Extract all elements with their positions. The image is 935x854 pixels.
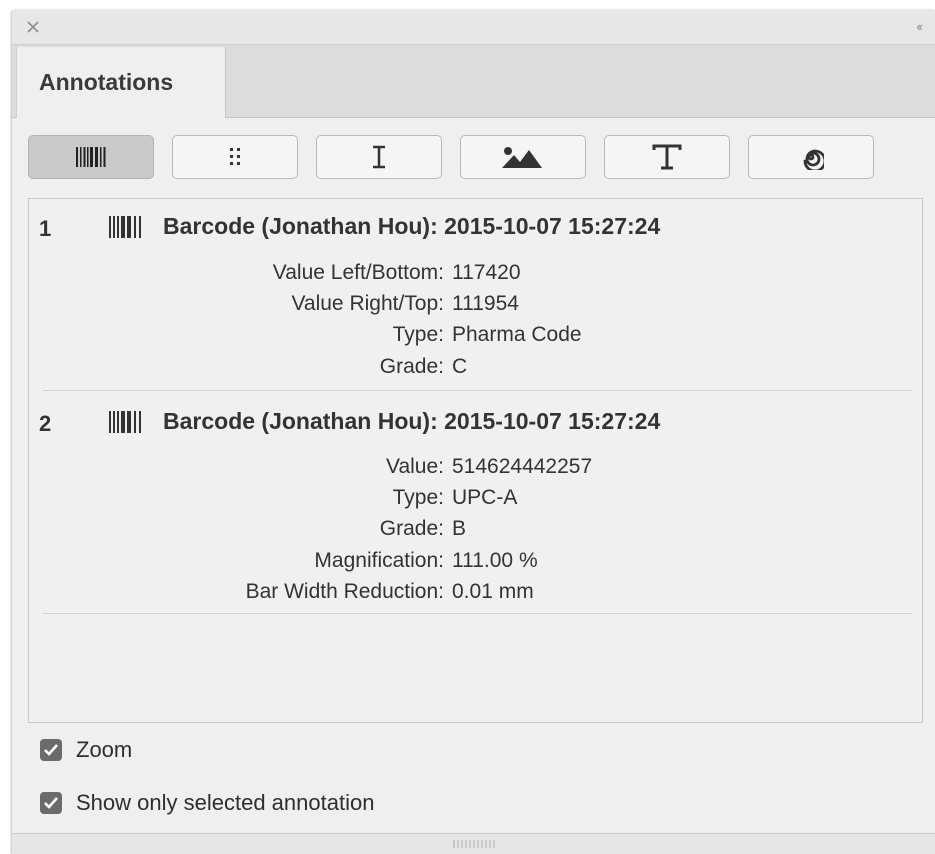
barcode-icon <box>76 147 106 167</box>
text-tool-button[interactable] <box>604 135 730 179</box>
prop-label: Type: <box>392 323 444 346</box>
annotation-number: 2 <box>39 411 52 436</box>
list-divider <box>43 613 912 614</box>
checkmark-icon <box>44 744 58 756</box>
text-cursor-icon <box>373 145 385 169</box>
prop-label: Grade: <box>379 517 444 540</box>
barcode-icon <box>109 410 141 433</box>
prop-label: Value Left/Bottom: <box>272 261 444 284</box>
annotation-title-row: Barcode (Jonathan Hou): 2015-10-07 15:27… <box>109 408 660 435</box>
checkmark-icon <box>44 797 58 809</box>
show-selected-checkbox[interactable] <box>40 792 62 814</box>
prop-value: 0.01 mm <box>452 580 534 603</box>
annotation-title-row: Barcode (Jonathan Hou): 2015-10-07 15:27… <box>109 213 660 240</box>
collapse-icon[interactable]: ‹‹ <box>916 19 923 34</box>
prop-label: Magnification: <box>314 549 444 572</box>
text-cursor-tool-button[interactable] <box>316 135 442 179</box>
prop-value: 117420 <box>452 261 521 284</box>
prop-value: UPC-A <box>452 486 518 509</box>
tab-annotations[interactable]: Annotations <box>16 47 226 118</box>
image-tool-button[interactable] <box>460 135 586 179</box>
dot-grid-icon <box>230 148 240 165</box>
barcode-icon <box>109 215 141 238</box>
show-selected-checkbox-row[interactable]: Show only selected annotation <box>40 790 374 816</box>
prop-label: Type: <box>392 486 444 509</box>
text-t-icon <box>652 144 682 170</box>
barcode-tool-button[interactable] <box>28 135 154 179</box>
prop-value: 111954 <box>452 292 519 315</box>
prop-value: 111.00 % <box>452 549 538 572</box>
close-icon[interactable] <box>26 20 40 34</box>
annotation-number: 1 <box>39 216 52 241</box>
zoom-checkbox[interactable] <box>40 739 62 761</box>
annotation-title: Barcode (Jonathan Hou): 2015-10-07 15:27… <box>163 408 661 434</box>
prop-value: B <box>452 517 467 540</box>
annotations-panel: ‹‹ Annotations 1 Barcode (Jonathan Hou):… <box>12 10 935 854</box>
annotation-title: Barcode (Jonathan Hou): 2015-10-07 15:27… <box>163 213 661 239</box>
zoom-label: Zoom <box>76 737 133 762</box>
dots-tool-button[interactable] <box>172 135 298 179</box>
prop-value: C <box>452 355 468 378</box>
prop-label: Value Right/Top: <box>291 292 444 315</box>
spiral-icon <box>803 149 824 170</box>
spiral-tool-button[interactable] <box>748 135 874 179</box>
image-icon <box>502 147 542 168</box>
prop-value: 514624442257 <box>452 455 593 478</box>
list-divider <box>43 390 912 391</box>
prop-label: Bar Width Reduction: <box>245 580 444 603</box>
show-selected-label: Show only selected annotation <box>76 790 375 815</box>
prop-value: Pharma Code <box>452 323 582 346</box>
tab-annotations-label: Annotations <box>39 69 174 95</box>
tab-bar: Annotations <box>12 45 935 118</box>
annotation-list[interactable]: 1 Barcode (Jonathan Hou): 2015-10-07 15:… <box>28 198 923 723</box>
panel-titlebar: ‹‹ <box>12 10 935 45</box>
prop-label: Value: <box>386 455 444 478</box>
resize-grip-icon[interactable] <box>450 839 500 849</box>
panel-footer <box>12 833 935 854</box>
zoom-checkbox-row[interactable]: Zoom <box>40 737 132 763</box>
prop-label: Grade: <box>379 355 444 378</box>
